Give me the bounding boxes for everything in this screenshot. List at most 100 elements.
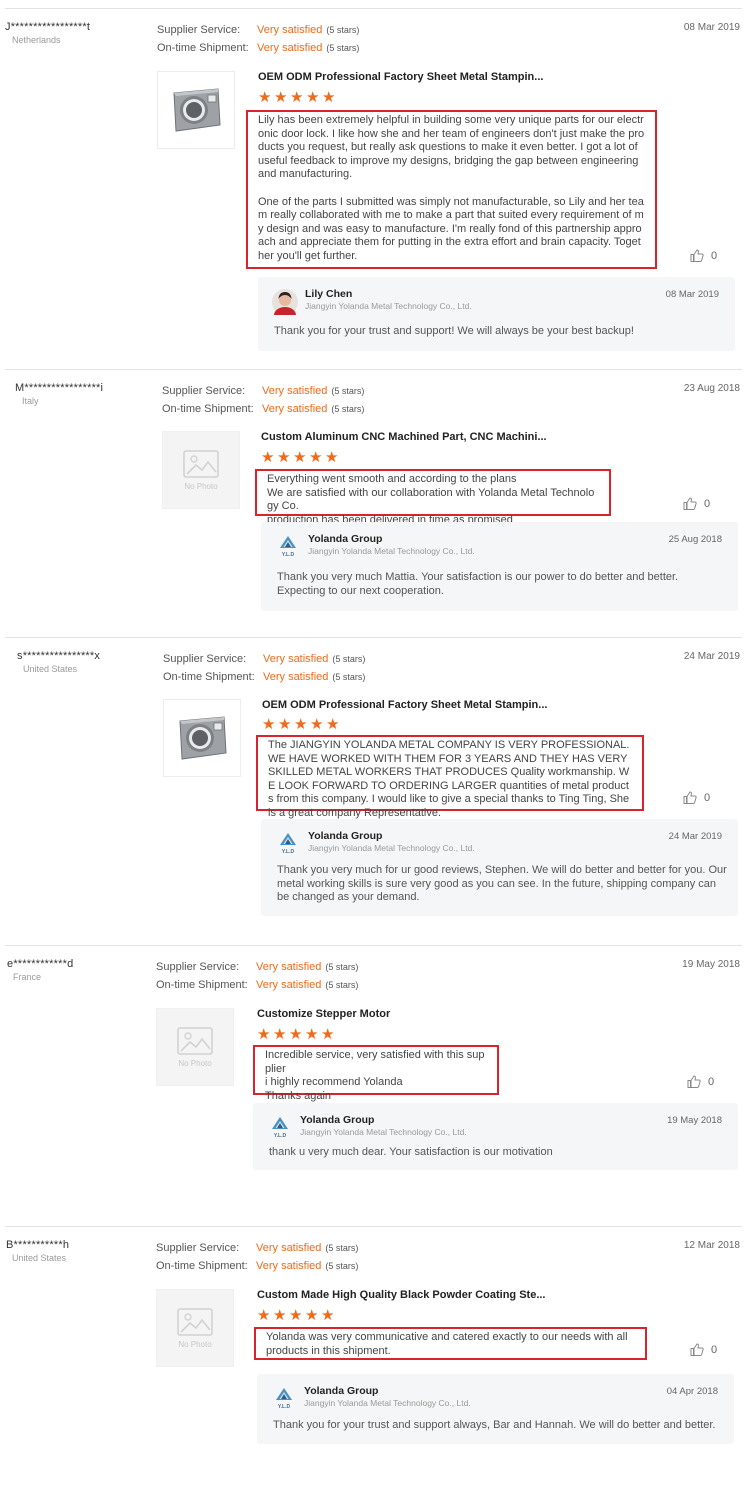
supplier-service-row: Supplier Service: Very satisfied (5 stars) xyxy=(157,22,359,38)
reply-avatar: Y.L.D xyxy=(275,831,301,857)
review-card: s****************x United States 24 Mar 20… xyxy=(5,637,742,945)
reply-company: Jiangyin Yolanda Metal Technology Co., L… xyxy=(300,1127,467,1137)
star-icon: ★ xyxy=(290,89,304,106)
star-icon: ★ xyxy=(262,716,276,733)
star-icon: ★ xyxy=(258,89,272,106)
star-rating: ★ ★ ★ ★ ★ xyxy=(258,89,336,106)
reply-company: Jiangyin Yolanda Metal Technology Co., L… xyxy=(304,1398,471,1408)
yld-logo-text: Y.L.D xyxy=(281,552,295,558)
thumbs-up-icon xyxy=(683,497,697,510)
review-card: B***********h United States 12 Mar 2018 Sup… xyxy=(5,1226,742,1500)
review-date: 24 Mar 2019 xyxy=(683,651,740,662)
rating-value: Very satisfied xyxy=(256,961,322,973)
person-avatar xyxy=(272,289,298,323)
like-count: 0 xyxy=(708,1075,715,1088)
reviewer-name: e************d xyxy=(7,958,74,970)
product-title[interactable]: Custom Made High Quality Black Powder Co… xyxy=(257,1289,546,1301)
reviewer-country: Netherlands xyxy=(12,35,61,45)
comment-paragraph: The JIANGYIN YOLANDA METAL COMPANY IS VE… xyxy=(268,739,630,819)
supplier-reply: Lily Chen Jiangyin Yolanda Metal Technolo… xyxy=(258,277,735,351)
star-icon: ★ xyxy=(289,1307,303,1324)
no-photo-label: No Photo xyxy=(184,481,218,491)
reviewer-name: M*****************i xyxy=(15,382,104,394)
rating-label: Supplier Service: xyxy=(156,1242,240,1254)
review-comment: Everything went smooth and according to … xyxy=(255,469,611,526)
review-date: 08 Mar 2019 xyxy=(683,22,740,33)
reviewer-country: France xyxy=(13,972,42,982)
like-button[interactable]: 0 xyxy=(683,791,710,804)
star-icon: ★ xyxy=(306,89,320,106)
product-thumbnail[interactable] xyxy=(163,699,241,777)
supplier-reply: Y.L.D Yolanda Group Jiangyin Yolanda Metal… xyxy=(253,1103,738,1170)
rating-stars-count: (5 stars) xyxy=(331,386,365,396)
star-rating: ★ ★ ★ ★ ★ xyxy=(257,1026,335,1043)
star-icon: ★ xyxy=(257,1307,271,1324)
rating-stars-count: (5 stars) xyxy=(325,1243,359,1253)
rating-stars-count: (5 stars) xyxy=(332,654,366,664)
rating-stars-count: (5 stars) xyxy=(325,962,359,972)
thumbs-up-icon xyxy=(690,1343,704,1356)
star-icon: ★ xyxy=(294,716,308,733)
on-time-shipment-row: On-time Shipment: Very satisfied (5 stars) xyxy=(162,401,364,417)
review-card: J*****************t Netherlands 08 Mar 201… xyxy=(5,8,742,369)
comment-paragraph: One of the parts I submitted was simply … xyxy=(258,195,644,262)
comment-paragraph: Incredible service, very satisfied with … xyxy=(265,1049,485,1102)
star-rating: ★ ★ ★ ★ ★ xyxy=(261,449,339,466)
rating-label: Supplier Service: xyxy=(156,961,240,973)
rating-stars-count: (5 stars) xyxy=(326,43,360,53)
star-rating: ★ ★ ★ ★ ★ xyxy=(262,716,340,733)
product-thumbnail[interactable]: No Photo xyxy=(162,431,240,509)
like-button[interactable]: 0 xyxy=(690,1343,717,1356)
comment-paragraph: Lily has been extremely helpful in build… xyxy=(258,114,645,181)
reply-text: Thank you for your trust and support! We… xyxy=(274,325,634,337)
product-title[interactable]: Customize Stepper Motor xyxy=(257,1008,390,1020)
star-icon: ★ xyxy=(273,1026,287,1043)
rating-stars-count: (5 stars) xyxy=(325,1261,359,1271)
rating-label: Supplier Service: xyxy=(163,653,247,665)
like-button[interactable]: 0 xyxy=(683,497,710,510)
reviewer-name: J*****************t xyxy=(5,21,91,33)
comment-paragraph: Yolanda was very communicative and cater… xyxy=(266,1331,628,1357)
yld-logo-text: Y.L.D xyxy=(277,1404,291,1410)
on-time-shipment-row: On-time Shipment: Very satisfied (5 stars) xyxy=(156,977,358,993)
reviewer-name: B***********h xyxy=(6,1239,70,1251)
rating-stars-count: (5 stars) xyxy=(331,404,365,414)
product-title[interactable]: Custom Aluminum CNC Machined Part, CNC M… xyxy=(261,431,547,443)
product-title[interactable]: OEM ODM Professional Factory Sheet Metal… xyxy=(258,71,543,83)
star-icon: ★ xyxy=(322,89,336,106)
no-photo-label: No Photo xyxy=(178,1058,212,1068)
reply-author-name: Yolanda Group xyxy=(308,830,383,842)
review-comment: Incredible service, very satisfied with … xyxy=(253,1045,499,1102)
no-photo-label: No Photo xyxy=(178,1339,212,1349)
star-icon: ★ xyxy=(326,716,340,733)
rating-value: Very satisfied xyxy=(256,1242,322,1254)
star-icon: ★ xyxy=(289,1026,303,1043)
star-icon: ★ xyxy=(293,449,307,466)
reply-text: thank u very much dear. Your satisfactio… xyxy=(269,1146,553,1158)
rating-value: Very satisfied xyxy=(262,403,328,415)
like-button[interactable]: 0 xyxy=(690,249,717,262)
reply-text: Thank you very much for ur good reviews,… xyxy=(277,864,727,904)
star-icon: ★ xyxy=(305,1307,319,1324)
product-thumbnail[interactable]: No Photo xyxy=(156,1289,234,1367)
product-thumbnail[interactable] xyxy=(157,71,235,149)
rating-label: On-time Shipment: xyxy=(156,1260,248,1272)
reviewer-country: United States xyxy=(12,1253,67,1263)
review-comment: Lily has been extremely helpful in build… xyxy=(246,110,657,269)
review-date: 12 Mar 2018 xyxy=(683,1240,740,1251)
reply-company: Jiangyin Yolanda Metal Technology Co., L… xyxy=(308,843,475,853)
reviewer-name: s****************x xyxy=(17,650,101,662)
yld-logo-text: Y.L.D xyxy=(273,1133,287,1139)
rating-label: Supplier Service: xyxy=(157,24,241,36)
reply-date: 25 Aug 2018 xyxy=(668,534,722,545)
rating-value: Very satisfied xyxy=(257,24,323,36)
rating-value: Very satisfied xyxy=(257,42,323,54)
product-thumbnail[interactable]: No Photo xyxy=(156,1008,234,1086)
star-icon: ★ xyxy=(257,1026,271,1043)
product-title[interactable]: OEM ODM Professional Factory Sheet Metal… xyxy=(262,699,547,711)
like-button[interactable]: 0 xyxy=(687,1075,714,1088)
supplier-reply: Y.L.D Yolanda Group Jiangyin Yolanda Metal… xyxy=(261,522,738,611)
star-icon: ★ xyxy=(310,716,324,733)
review-comment: Yolanda was very communicative and cater… xyxy=(254,1327,647,1360)
reviewer-country: Italy xyxy=(22,396,39,406)
